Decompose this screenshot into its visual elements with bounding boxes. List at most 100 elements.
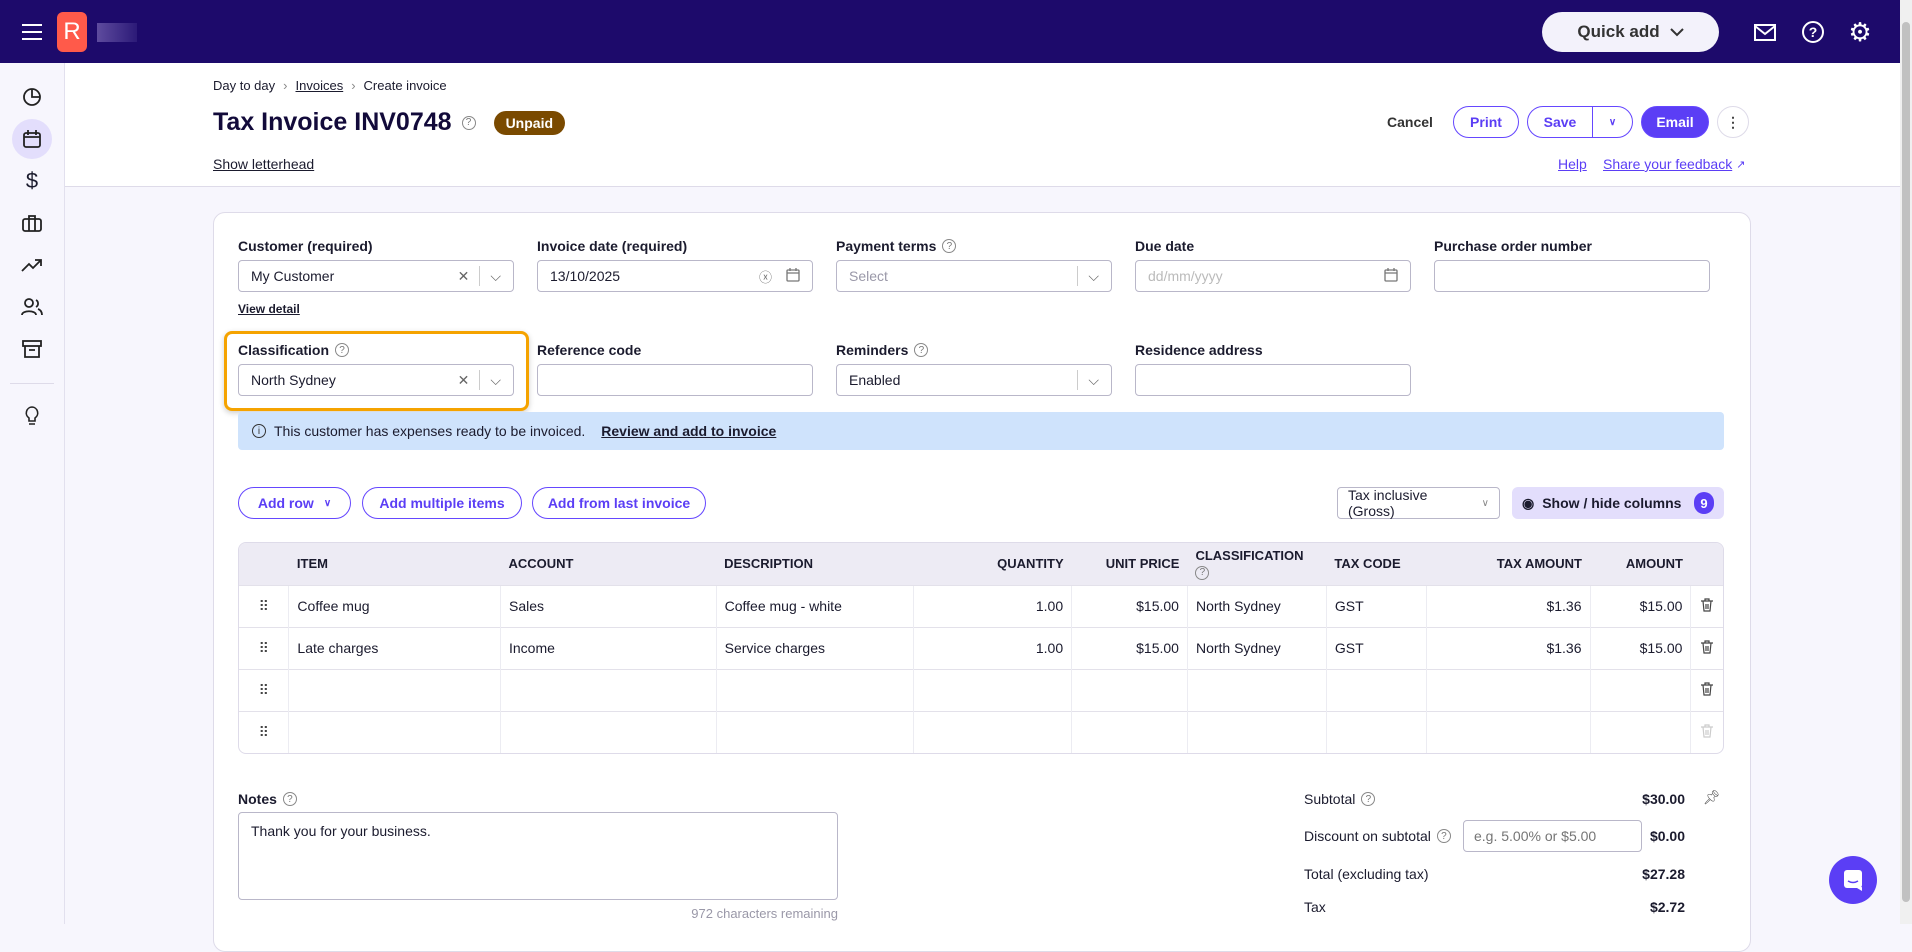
table-cell[interactable] — [500, 668, 717, 711]
table-cell[interactable] — [1425, 710, 1590, 753]
calendar-icon[interactable] — [786, 267, 800, 285]
table-cell[interactable] — [715, 710, 914, 753]
help-icon[interactable]: ? — [1799, 18, 1827, 46]
table-cell[interactable]: 1.00 — [913, 626, 1072, 669]
help-circle-icon[interactable]: ? — [282, 792, 297, 806]
show-hide-columns-button[interactable]: ◉ Show / hide columns 9 — [1512, 487, 1724, 519]
review-add-link[interactable]: Review and add to invoice — [601, 423, 776, 439]
help-circle-icon[interactable]: ? — [914, 343, 929, 357]
table-cell[interactable] — [1325, 710, 1427, 753]
help-circle-icon[interactable]: ? — [335, 343, 350, 357]
table-cell[interactable] — [1071, 710, 1188, 753]
table-cell[interactable]: GST — [1325, 626, 1427, 669]
help-circle-icon[interactable]: ? — [461, 115, 476, 130]
lightbulb-icon[interactable] — [12, 396, 52, 436]
table-cell[interactable]: $15.00 — [1589, 584, 1691, 627]
help-circle-icon[interactable]: ? — [942, 239, 957, 253]
table-cell[interactable] — [288, 710, 501, 753]
table-cell[interactable] — [500, 710, 717, 753]
add-row-button[interactable]: Add row ∨ — [238, 487, 351, 519]
calendar-icon[interactable] — [1384, 267, 1398, 285]
table-cell[interactable]: $15.00 — [1071, 584, 1188, 627]
notes-textarea[interactable]: Thank you for your business. — [238, 812, 838, 900]
due-date-input[interactable]: dd/mm/yyyy — [1135, 260, 1411, 292]
drag-handle-icon[interactable]: ⠿ — [239, 668, 289, 711]
table-cell[interactable]: North Sydney — [1186, 584, 1327, 627]
classification-select[interactable]: North Sydney ✕ ⌵ — [238, 364, 514, 396]
clear-circle-icon[interactable]: ⓧ — [759, 267, 772, 286]
drag-handle-icon[interactable]: ⠿ — [239, 626, 289, 669]
table-cell[interactable]: $15.00 — [1589, 626, 1691, 669]
save-button[interactable]: Save — [1528, 114, 1592, 130]
table-cell[interactable]: Coffee mug — [288, 584, 501, 627]
clear-icon[interactable]: ✕ — [458, 372, 470, 389]
table-cell[interactable] — [288, 668, 501, 711]
help-circle-icon[interactable]: ? — [1436, 829, 1451, 843]
briefcase-icon[interactable] — [12, 203, 52, 243]
table-cell[interactable] — [913, 668, 1072, 711]
trending-up-icon[interactable] — [12, 245, 52, 285]
tax-mode-select[interactable]: Tax inclusive (Gross) ∨ — [1337, 487, 1500, 519]
table-cell[interactable]: North Sydney — [1186, 626, 1327, 669]
email-button[interactable]: Email — [1641, 106, 1709, 138]
drag-handle-icon[interactable]: ⠿ — [239, 584, 289, 627]
help-circle-icon[interactable]: ? — [1361, 792, 1376, 806]
scrollbar[interactable] — [1900, 0, 1912, 924]
add-multiple-items-button[interactable]: Add multiple items — [362, 487, 522, 519]
table-cell[interactable]: $1.36 — [1425, 626, 1590, 669]
table-cell[interactable] — [1589, 710, 1691, 753]
table-cell[interactable]: 1.00 — [913, 584, 1072, 627]
more-options-icon[interactable]: ⋮ — [1717, 106, 1749, 138]
quick-add-button[interactable]: Quick add — [1542, 12, 1719, 52]
table-cell[interactable] — [715, 668, 914, 711]
cancel-button[interactable]: Cancel — [1387, 114, 1433, 130]
view-detail-link[interactable]: View detail — [238, 302, 300, 316]
residence-address-input[interactable] — [1135, 364, 1411, 396]
table-cell[interactable]: Coffee mug - white — [715, 584, 914, 627]
table-cell[interactable] — [913, 710, 1072, 753]
reminders-select[interactable]: Enabled ⌵ — [836, 364, 1112, 396]
hamburger-menu-icon[interactable] — [18, 18, 46, 46]
delete-trash-icon[interactable] — [1690, 626, 1723, 669]
table-cell[interactable]: $15.00 — [1071, 626, 1188, 669]
chevron-down-icon[interactable]: ⌵ — [1088, 268, 1099, 285]
help-link[interactable]: Help — [1558, 156, 1587, 172]
delete-trash-icon[interactable] — [1690, 668, 1723, 711]
invoice-date-input[interactable]: 13/10/2025 ⓧ — [537, 260, 813, 292]
table-cell[interactable] — [1425, 668, 1590, 711]
app-logo[interactable]: R — [57, 12, 87, 52]
save-options-chevron-icon[interactable]: ∨ — [1593, 117, 1632, 128]
pin-icon[interactable]: 📌︎ — [1703, 789, 1721, 806]
chevron-down-icon[interactable]: ⌵ — [490, 372, 501, 389]
table-cell[interactable]: Sales — [500, 584, 717, 627]
add-from-last-invoice-button[interactable]: Add from last invoice — [532, 487, 706, 519]
calendar-icon[interactable] — [12, 119, 52, 159]
table-cell[interactable] — [1071, 668, 1188, 711]
dollar-icon[interactable]: $ — [12, 161, 52, 201]
table-cell[interactable]: Service charges — [715, 626, 914, 669]
show-letterhead-link[interactable]: Show letterhead — [213, 156, 314, 172]
chevron-down-icon[interactable]: ⌵ — [1088, 372, 1099, 389]
breadcrumb-day-to-day[interactable]: Day to day — [213, 78, 275, 93]
clear-icon[interactable]: ✕ — [458, 268, 470, 285]
table-cell[interactable] — [1589, 668, 1691, 711]
table-cell[interactable]: Income — [500, 626, 717, 669]
print-button[interactable]: Print — [1453, 106, 1519, 138]
table-cell[interactable] — [1186, 710, 1327, 753]
mail-icon[interactable] — [1751, 18, 1779, 46]
help-circle-icon[interactable]: ? — [1195, 565, 1210, 580]
contacts-icon[interactable] — [12, 287, 52, 327]
customer-select[interactable]: My Customer ✕ ⌵ — [238, 260, 514, 292]
table-cell[interactable]: GST — [1325, 584, 1427, 627]
po-number-input[interactable] — [1434, 260, 1710, 292]
chevron-down-icon[interactable]: ⌵ — [490, 268, 501, 285]
reference-code-input[interactable] — [537, 364, 813, 396]
table-cell[interactable] — [1325, 668, 1427, 711]
drag-handle-icon[interactable]: ⠿ — [239, 710, 289, 753]
delete-trash-icon[interactable] — [1690, 710, 1723, 753]
chat-support-icon[interactable] — [1829, 856, 1877, 904]
table-cell[interactable]: $1.36 — [1425, 584, 1590, 627]
dashboard-pie-icon[interactable] — [12, 77, 52, 117]
settings-gear-icon[interactable]: ⚙ — [1846, 17, 1874, 47]
table-cell[interactable]: Late charges — [288, 626, 501, 669]
